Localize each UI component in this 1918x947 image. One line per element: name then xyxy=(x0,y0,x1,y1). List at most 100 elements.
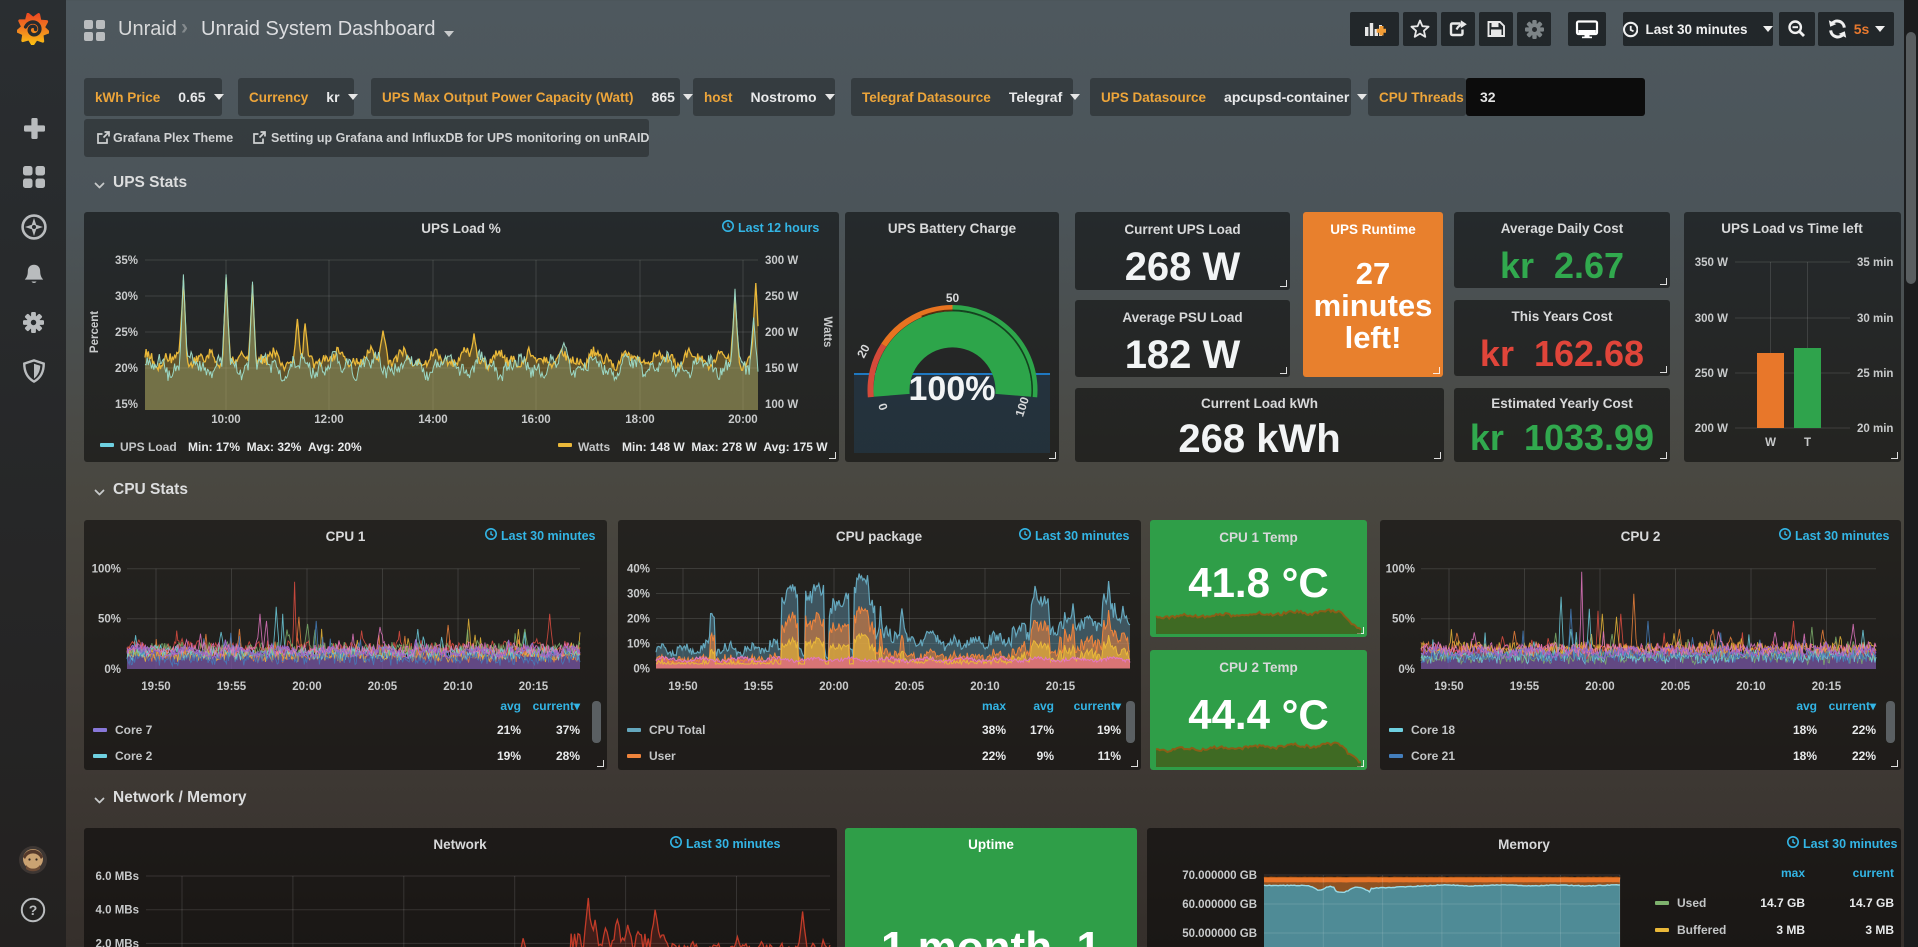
svg-text:max: max xyxy=(1781,866,1805,880)
svg-text:20:00: 20:00 xyxy=(819,681,848,693)
svg-text:250 W: 250 W xyxy=(1695,368,1728,380)
svg-text:20:00: 20:00 xyxy=(1585,681,1614,693)
svg-text:20:10: 20:10 xyxy=(970,681,999,693)
svg-text:20%: 20% xyxy=(115,363,138,375)
svg-text:16:00: 16:00 xyxy=(521,414,550,426)
svg-text:19:50: 19:50 xyxy=(1434,681,1463,693)
svg-text:22%: 22% xyxy=(982,749,1006,763)
svg-text:3 MB: 3 MB xyxy=(1865,923,1894,937)
svg-text:Watts: Watts xyxy=(821,317,833,348)
svg-text:Core 18: Core 18 xyxy=(1411,723,1455,737)
svg-text:Last 30 minutes: Last 30 minutes xyxy=(1795,529,1890,543)
svg-text:19%: 19% xyxy=(497,749,521,763)
svg-text:current▾: current▾ xyxy=(533,699,581,713)
svg-text:max: max xyxy=(982,699,1006,713)
svg-text:avg: avg xyxy=(1796,699,1817,713)
svg-text:40%: 40% xyxy=(627,564,650,576)
svg-text:current▾: current▾ xyxy=(1074,699,1122,713)
svg-text:20:05: 20:05 xyxy=(368,681,398,693)
svg-text:35%: 35% xyxy=(115,255,138,267)
svg-text:11%: 11% xyxy=(1098,749,1122,763)
svg-text:Core 7: Core 7 xyxy=(115,723,153,737)
svg-text:30%: 30% xyxy=(627,589,650,601)
svg-text:25%: 25% xyxy=(115,327,138,339)
svg-text:50%: 50% xyxy=(1392,614,1415,626)
svg-text:Last 30 minutes: Last 30 minutes xyxy=(1035,529,1130,543)
svg-text:0%: 0% xyxy=(633,664,650,676)
svg-text:19:55: 19:55 xyxy=(744,681,774,693)
svg-text:CPU Total: CPU Total xyxy=(649,723,705,737)
svg-text:Min: 17% Max: 32% Avg: 20%: Min: 17% Max: 32% Avg: 20% xyxy=(188,440,362,454)
svg-text:20:00: 20:00 xyxy=(728,414,757,426)
svg-text:22%: 22% xyxy=(1852,749,1876,763)
svg-text:Core 21: Core 21 xyxy=(1411,749,1455,763)
svg-text:CPU package: CPU package xyxy=(836,529,923,544)
svg-text:30%: 30% xyxy=(115,291,138,303)
svg-text:UPS Load vs Time left: UPS Load vs Time left xyxy=(1721,221,1863,236)
svg-text:300 W: 300 W xyxy=(1695,313,1728,325)
svg-text:30 min: 30 min xyxy=(1857,313,1893,325)
svg-text:avg: avg xyxy=(1033,699,1054,713)
svg-text:50%: 50% xyxy=(98,614,121,626)
svg-text:19:55: 19:55 xyxy=(217,681,247,693)
svg-text:28%: 28% xyxy=(556,749,580,763)
svg-text:21%: 21% xyxy=(497,723,521,737)
svg-text:150 W: 150 W xyxy=(765,363,798,375)
svg-text:20:05: 20:05 xyxy=(1661,681,1691,693)
svg-text:20: 20 xyxy=(854,342,873,361)
svg-text:60.000000 GB: 60.000000 GB xyxy=(1182,899,1257,911)
svg-text:T: T xyxy=(1804,437,1811,449)
svg-text:0%: 0% xyxy=(1398,664,1415,676)
svg-text:Core 2: Core 2 xyxy=(115,749,153,763)
svg-text:current▾: current▾ xyxy=(1829,699,1877,713)
svg-text:20%: 20% xyxy=(627,614,650,626)
svg-text:14:00: 14:00 xyxy=(418,414,447,426)
svg-text:200 W: 200 W xyxy=(1695,423,1728,435)
svg-text:19:55: 19:55 xyxy=(1510,681,1540,693)
svg-text:Watts: Watts xyxy=(578,440,611,454)
svg-text:17%: 17% xyxy=(1030,723,1054,737)
svg-text:Last 12 hours: Last 12 hours xyxy=(738,221,819,235)
svg-text:CPU 2: CPU 2 xyxy=(1621,529,1661,544)
svg-text:20:00: 20:00 xyxy=(292,681,321,693)
svg-text:20:05: 20:05 xyxy=(895,681,925,693)
svg-text:Percent: Percent xyxy=(89,311,101,353)
svg-text:User: User xyxy=(649,749,676,763)
svg-text:19:50: 19:50 xyxy=(668,681,697,693)
svg-text:200 W: 200 W xyxy=(765,327,798,339)
svg-text:Used: Used xyxy=(1677,896,1706,910)
svg-text:2.0 MBs: 2.0 MBs xyxy=(96,938,139,947)
svg-text:100%: 100% xyxy=(909,370,996,408)
svg-text:Min: 148 W Max: 278 W Avg: 1: Min: 148 W Max: 278 W Avg: 175 W xyxy=(622,440,828,454)
svg-text:18%: 18% xyxy=(1793,723,1817,737)
svg-text:22%: 22% xyxy=(1852,723,1876,737)
svg-text:19:50: 19:50 xyxy=(141,681,170,693)
svg-text:UPS Load: UPS Load xyxy=(120,440,177,454)
svg-text:Last 30 minutes: Last 30 minutes xyxy=(686,837,781,851)
svg-text:Last 30 minutes: Last 30 minutes xyxy=(501,529,596,543)
svg-text:50.000000 GB: 50.000000 GB xyxy=(1182,928,1257,940)
svg-text:Last 30 minutes: Last 30 minutes xyxy=(1803,837,1898,851)
svg-text:10%: 10% xyxy=(627,639,650,651)
svg-text:25 min: 25 min xyxy=(1857,368,1893,380)
svg-text:18%: 18% xyxy=(1793,749,1817,763)
svg-text:6.0 MBs: 6.0 MBs xyxy=(96,871,139,883)
svg-text:20:10: 20:10 xyxy=(1736,681,1765,693)
svg-text:100%: 100% xyxy=(92,564,121,576)
svg-text:14.7 GB: 14.7 GB xyxy=(1760,896,1805,910)
svg-text:35 min: 35 min xyxy=(1857,257,1893,269)
svg-text:38%: 38% xyxy=(982,723,1006,737)
svg-text:4.0 MBs: 4.0 MBs xyxy=(96,905,139,917)
svg-text:100%: 100% xyxy=(1386,564,1415,576)
svg-text:CPU 1: CPU 1 xyxy=(326,529,366,544)
svg-text:14.7 GB: 14.7 GB xyxy=(1849,896,1894,910)
svg-text:70.000000 GB: 70.000000 GB xyxy=(1182,870,1257,882)
svg-text:350 W: 350 W xyxy=(1695,257,1728,269)
svg-text:19%: 19% xyxy=(1097,723,1121,737)
svg-text:avg: avg xyxy=(500,699,521,713)
svg-text:50: 50 xyxy=(946,291,960,305)
svg-text:current: current xyxy=(1853,866,1894,880)
svg-text:300 W: 300 W xyxy=(765,255,798,267)
svg-text:20:10: 20:10 xyxy=(443,681,472,693)
svg-text:20 min: 20 min xyxy=(1857,423,1893,435)
